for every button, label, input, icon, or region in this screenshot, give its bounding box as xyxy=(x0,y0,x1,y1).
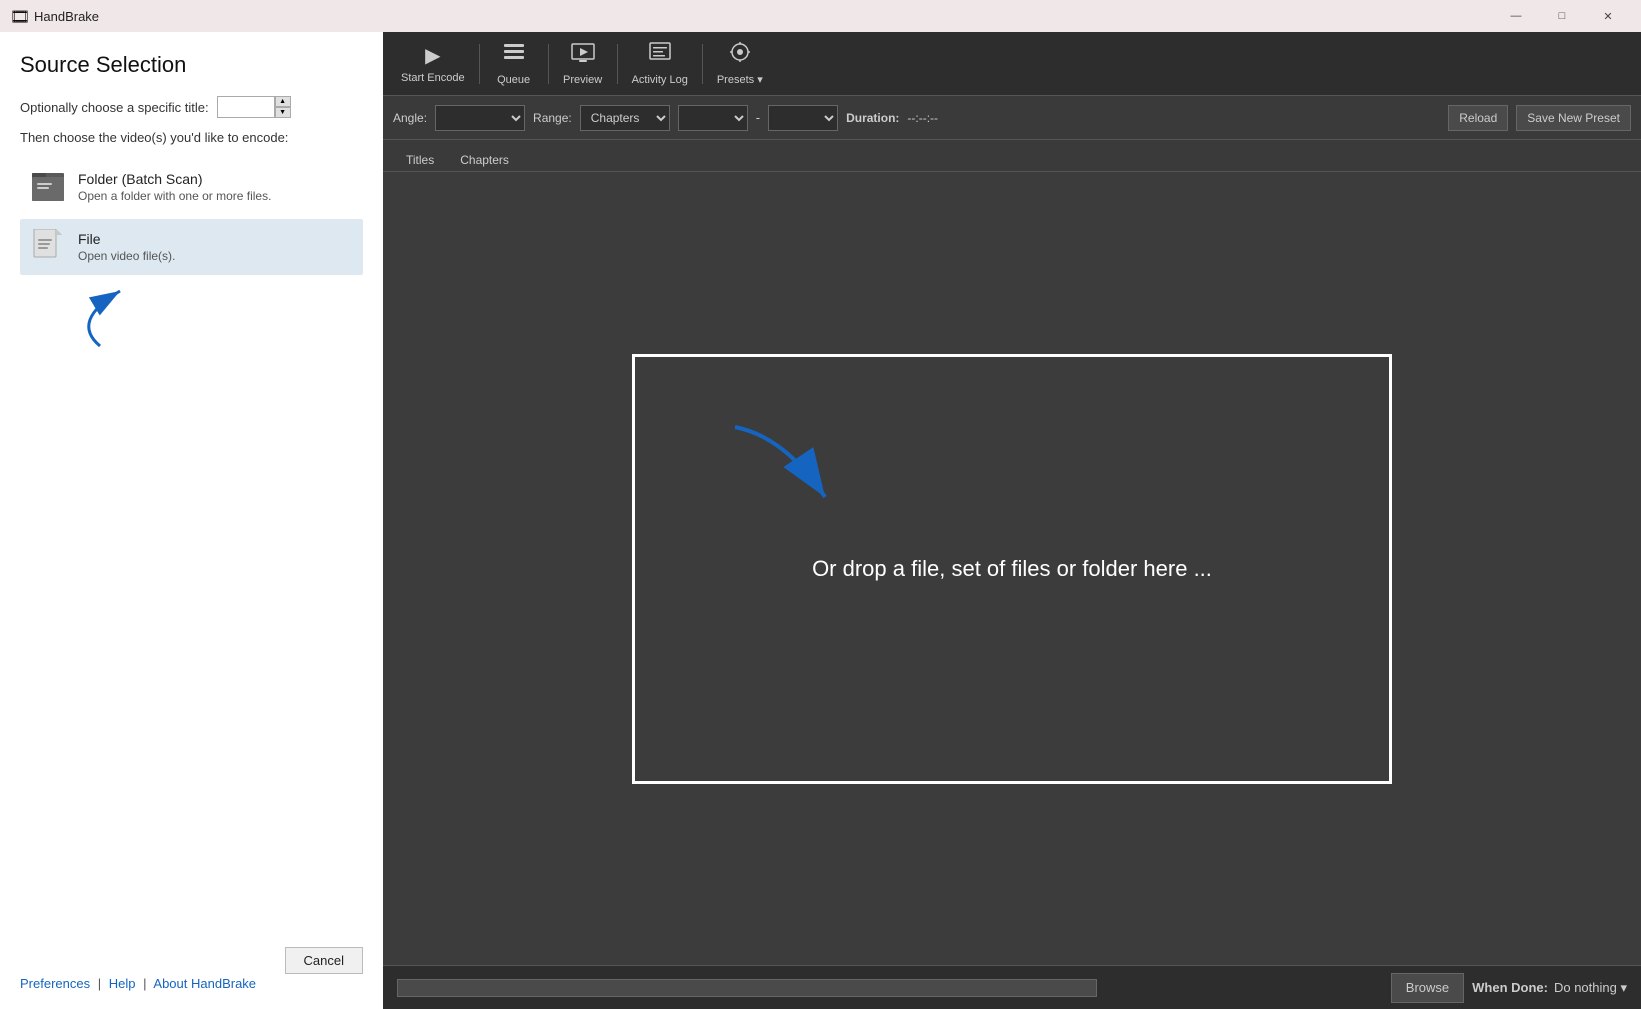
file-option[interactable]: File Open video file(s). xyxy=(20,219,363,275)
main-layout: Source Selection Optionally choose a spe… xyxy=(0,32,1641,1009)
about-link[interactable]: About HandBrake xyxy=(153,976,256,991)
cancel-button[interactable]: Cancel xyxy=(285,947,363,974)
queue-label: Queue xyxy=(497,74,530,86)
queue-button[interactable]: Queue xyxy=(484,38,544,90)
status-left xyxy=(397,979,1391,997)
content-area: Angle: Range: Chapters - Duration: --:--… xyxy=(383,96,1641,965)
start-encode-icon: ▶ xyxy=(425,43,440,68)
minimize-button[interactable]: — xyxy=(1493,0,1539,32)
encode-label: Then choose the video(s) you'd like to e… xyxy=(20,130,363,145)
when-done-label: When Done: xyxy=(1472,980,1548,995)
footer-sep-2: | xyxy=(143,976,146,991)
toolbar-separator-3 xyxy=(617,44,618,84)
preview-button[interactable]: Preview xyxy=(553,38,613,90)
tabs-row: Titles Chapters xyxy=(383,140,1641,172)
drop-zone-text: Or drop a file, set of files or folder h… xyxy=(812,556,1212,582)
file-option-text: File Open video file(s). xyxy=(78,231,175,263)
angle-label: Angle: xyxy=(393,111,427,125)
file-option-desc: Open video file(s). xyxy=(78,249,175,263)
folder-icon xyxy=(30,167,66,207)
range-end-select[interactable] xyxy=(768,105,838,131)
activity-log-label: Activity Log xyxy=(632,74,688,86)
app-title: HandBrake xyxy=(34,9,1493,24)
titlebar: 🎞 HandBrake — □ ✕ xyxy=(0,0,1641,32)
file-icon xyxy=(30,227,66,267)
spinner-up[interactable]: ▲ xyxy=(275,96,291,107)
status-bar: Browse When Done: Do nothing ▾ xyxy=(383,965,1641,1009)
progress-bar xyxy=(397,979,1097,997)
folder-option-desc: Open a folder with one or more files. xyxy=(78,189,271,203)
footer-sep-1: | xyxy=(98,976,101,991)
title-selection-row: Optionally choose a specific title: ▲ ▼ xyxy=(20,96,363,118)
source-panel-title: Source Selection xyxy=(20,52,363,78)
title-selection-label: Optionally choose a specific title: xyxy=(20,100,209,115)
duration-value: --:--:-- xyxy=(907,111,938,125)
start-encode-button[interactable]: ▶ Start Encode xyxy=(391,38,475,90)
app-icon: 🎞 xyxy=(10,7,28,25)
preview-label: Preview xyxy=(563,74,602,86)
duration-label: Duration: xyxy=(846,111,899,125)
when-done-value: Do nothing ▾ xyxy=(1554,980,1627,996)
folder-option-name: Folder (Batch Scan) xyxy=(78,171,271,187)
activity-log-button[interactable]: Activity Log xyxy=(622,38,698,90)
title-input[interactable] xyxy=(217,96,275,118)
range-label: Range: xyxy=(533,111,572,125)
spinner-down[interactable]: ▼ xyxy=(275,107,291,118)
toolbar: ▶ Start Encode Queue xyxy=(383,32,1641,96)
start-encode-label: Start Encode xyxy=(401,72,465,84)
maximize-button[interactable]: □ xyxy=(1539,0,1585,32)
activity-log-icon xyxy=(648,42,672,70)
toolbar-separator-1 xyxy=(479,44,480,84)
help-link[interactable]: Help xyxy=(109,976,136,991)
source-selection-panel: Source Selection Optionally choose a spe… xyxy=(0,32,383,1009)
folder-option-text: Folder (Batch Scan) Open a folder with o… xyxy=(78,171,271,203)
drop-zone[interactable]: Or drop a file, set of files or folder h… xyxy=(632,354,1392,784)
preferences-link[interactable]: Preferences xyxy=(20,976,90,991)
angle-select[interactable] xyxy=(435,105,525,131)
close-button[interactable]: ✕ xyxy=(1585,0,1631,32)
range-start-select[interactable] xyxy=(678,105,748,131)
reload-button[interactable]: Reload xyxy=(1448,105,1508,131)
toolbar-separator-2 xyxy=(548,44,549,84)
status-right: When Done: Do nothing ▾ xyxy=(1472,980,1627,996)
queue-icon xyxy=(502,42,526,70)
presets-button[interactable]: Presets ▾ xyxy=(707,38,773,90)
toolbar-separator-4 xyxy=(702,44,703,84)
footer-links: Preferences | Help | About HandBrake xyxy=(20,976,256,991)
controls-row: Angle: Range: Chapters - Duration: --:--… xyxy=(383,96,1641,140)
window-controls: — □ ✕ xyxy=(1493,0,1631,32)
presets-icon xyxy=(728,41,752,69)
tab-titles[interactable]: Titles xyxy=(393,148,447,171)
spinner-buttons: ▲ ▼ xyxy=(275,96,291,118)
browse-button[interactable]: Browse xyxy=(1391,973,1464,1003)
arrow-annotation-left xyxy=(20,281,363,351)
preview-icon xyxy=(571,42,595,70)
drop-zone-container: Or drop a file, set of files or folder h… xyxy=(383,172,1641,965)
save-new-preset-button[interactable]: Save New Preset xyxy=(1516,105,1631,131)
folder-option[interactable]: Folder (Batch Scan) Open a folder with o… xyxy=(20,159,363,215)
file-option-name: File xyxy=(78,231,175,247)
drop-zone-arrow xyxy=(725,417,865,517)
tab-chapters[interactable]: Chapters xyxy=(447,148,522,171)
range-dash: - xyxy=(756,110,760,125)
title-spinner: ▲ ▼ xyxy=(217,96,291,118)
handbrake-panel: ▶ Start Encode Queue xyxy=(383,32,1641,1009)
presets-label: Presets ▾ xyxy=(717,73,763,86)
range-select[interactable]: Chapters xyxy=(580,105,670,131)
